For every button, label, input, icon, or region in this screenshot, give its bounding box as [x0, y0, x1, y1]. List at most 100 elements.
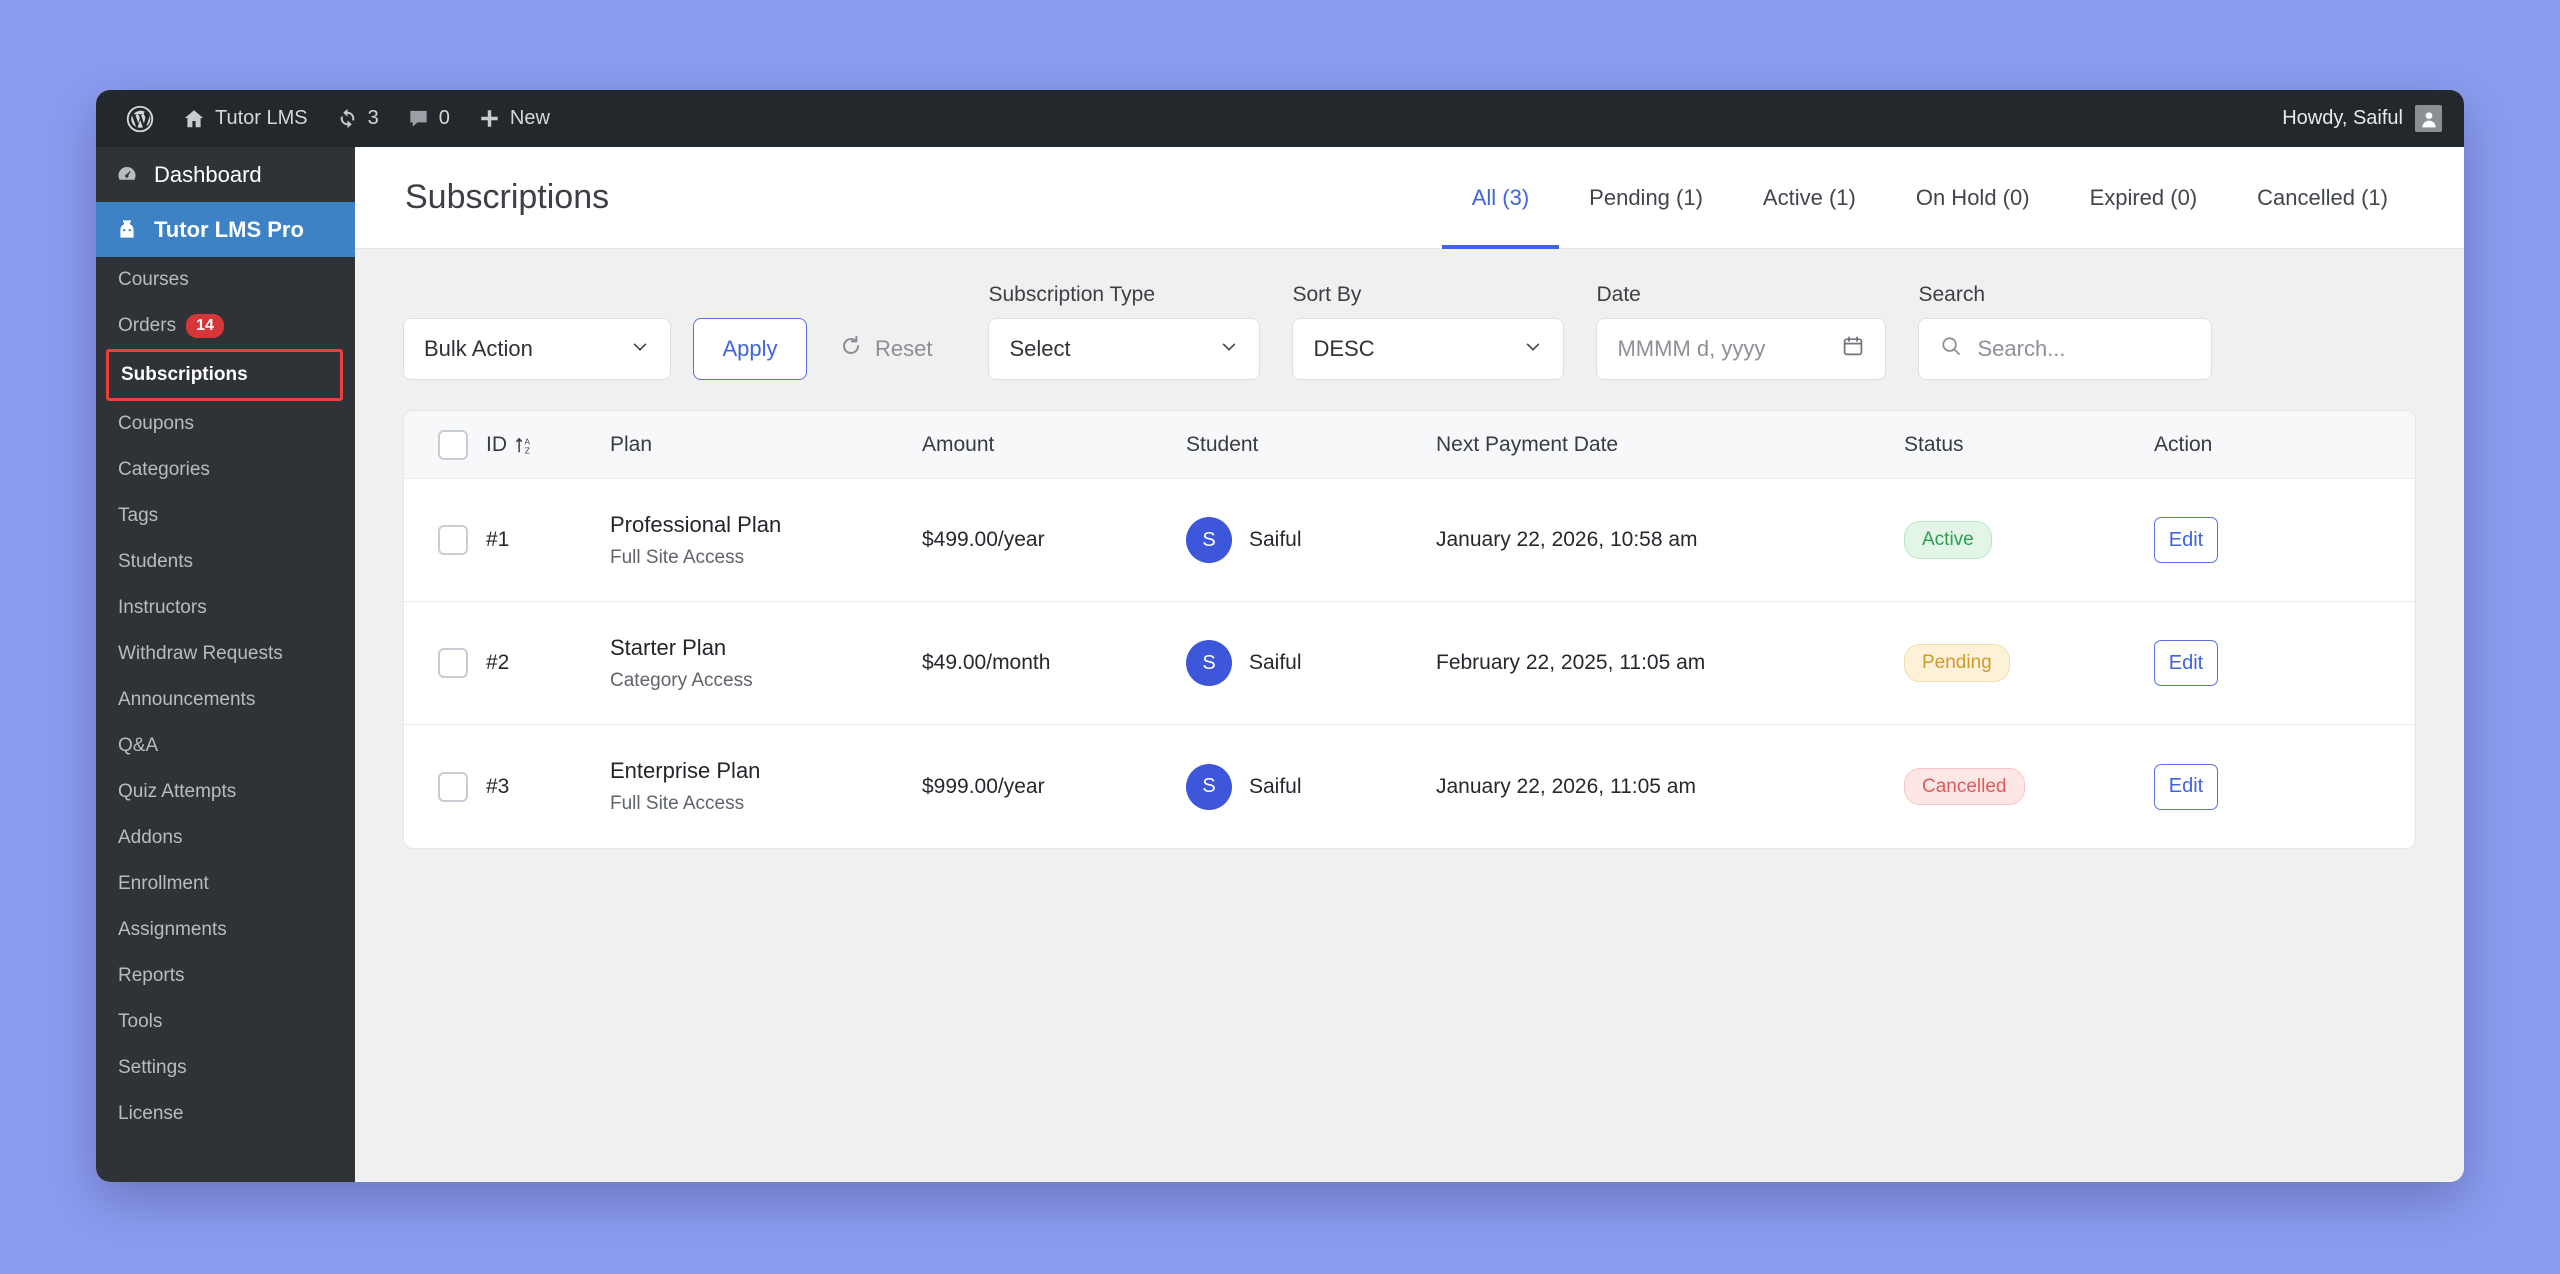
bulk-action-select[interactable]: Bulk Action — [403, 318, 671, 380]
status-tabs: All (3) Pending (1) Active (1) On Hold (… — [1441, 147, 2418, 249]
date-input[interactable]: MMMM d, yyyy — [1596, 318, 1887, 380]
tab-all-label: All (3) — [1471, 184, 1530, 210]
sidebar-item-addons-label: Addons — [118, 827, 183, 848]
comment-icon — [407, 107, 430, 130]
avatar: S — [1186, 517, 1232, 563]
column-status: Status — [1904, 432, 1964, 456]
chevron-down-icon — [1523, 337, 1543, 362]
refresh-icon — [839, 334, 863, 364]
reset-button[interactable]: Reset — [839, 318, 932, 380]
column-action: Action — [2154, 432, 2213, 456]
page-header: Subscriptions All (3) Pending (1) Active… — [355, 147, 2464, 249]
subscription-type-value: Select — [1009, 336, 1071, 361]
sidebar-item-addons[interactable]: Addons — [96, 815, 355, 861]
row-checkbox[interactable] — [438, 525, 468, 555]
cell-next-payment-date: February 22, 2025, 11:05 am — [1436, 651, 1706, 674]
new-content-button[interactable]: New — [464, 90, 564, 147]
reset-label: Reset — [875, 336, 933, 361]
sidebar-item-reports[interactable]: Reports — [96, 953, 355, 999]
sidebar-item-subscriptions[interactable]: Subscriptions — [106, 349, 343, 401]
comments-button[interactable]: 0 — [393, 90, 464, 147]
plan-name: Starter Plan — [610, 634, 727, 660]
edit-button[interactable]: Edit — [2154, 763, 2218, 810]
sidebar-item-settings[interactable]: Settings — [96, 1045, 355, 1091]
sidebar-item-tools-label: Tools — [118, 1011, 163, 1032]
account-menu[interactable]: Howdy, Saiful — [2282, 105, 2464, 132]
calendar-icon[interactable] — [1841, 334, 1865, 364]
subscription-type-select[interactable]: Select — [988, 318, 1261, 380]
edit-button[interactable]: Edit — [2154, 517, 2218, 563]
tab-on-hold-label: On Hold (0) — [1915, 184, 2030, 210]
sidebar-item-courses-label: Courses — [118, 269, 189, 290]
subscription-type-group: Subscription Type Select — [988, 283, 1261, 380]
search-label: Search — [1918, 283, 1986, 306]
site-name-button[interactable]: Tutor LMS — [168, 90, 322, 147]
site-name-label: Tutor LMS — [215, 107, 308, 129]
sidebar-item-orders[interactable]: Orders 14 — [96, 303, 355, 349]
sidebar-item-enrollment[interactable]: Enrollment — [96, 861, 355, 907]
howdy-label: Howdy, Saiful — [2282, 107, 2403, 129]
updates-button[interactable]: 3 — [322, 90, 393, 147]
tab-expired[interactable]: Expired (0) — [2060, 147, 2228, 249]
column-amount: Amount — [922, 432, 995, 456]
column-student: Student — [1186, 432, 1259, 456]
apply-button[interactable]: Apply — [693, 318, 807, 380]
status-badge: Pending — [1904, 644, 2010, 682]
sidebar-item-assignments-label: Assignments — [118, 919, 227, 940]
sidebar-item-quiz-attempts-label: Quiz Attempts — [118, 781, 237, 802]
sidebar-item-dashboard-label: Dashboard — [154, 161, 262, 187]
avatar: S — [1186, 763, 1232, 810]
sidebar-item-assignments[interactable]: Assignments — [96, 907, 355, 953]
sidebar-item-coupons[interactable]: Coupons — [96, 401, 355, 447]
sidebar-item-license[interactable]: License — [96, 1091, 355, 1137]
sort-by-select[interactable]: DESC — [1292, 318, 1565, 380]
screen: Tutor LMS 3 0 New Howdy, Saiful Dashboar… — [0, 0, 2560, 1274]
tab-pending[interactable]: Pending (1) — [1559, 147, 1733, 249]
sidebar-item-students[interactable]: Students — [96, 539, 355, 585]
select-all-checkbox[interactable] — [438, 429, 468, 460]
sidebar-item-categories[interactable]: Categories — [96, 447, 355, 493]
sidebar-item-instructors[interactable]: Instructors — [96, 585, 355, 631]
table-row[interactable]: #3 Enterprise Plan Full Site Access $999… — [404, 725, 2415, 848]
wordpress-logo-button[interactable] — [112, 90, 168, 147]
search-input[interactable]: Search... — [1918, 318, 2213, 380]
updates-count: 3 — [367, 107, 379, 129]
cell-action: Edit — [2154, 640, 2415, 686]
table-header-row: ID A Z Plan Amount Student Next Payment … — [404, 411, 2415, 479]
select-all-cell — [404, 429, 486, 460]
sidebar-item-dashboard[interactable]: Dashboard — [96, 147, 355, 202]
sidebar-item-withdraw-requests[interactable]: Withdraw Requests — [96, 631, 355, 677]
cell-amount: $999.00/year — [922, 774, 1045, 798]
column-id[interactable]: ID A Z — [486, 433, 610, 457]
row-checkbox[interactable] — [438, 771, 468, 802]
sidebar-item-announcements-label: Announcements — [118, 689, 256, 710]
sidebar-item-tutor-lms-pro[interactable]: Tutor LMS Pro — [96, 202, 355, 257]
date-placeholder: MMMM d, yyyy — [1617, 336, 1766, 361]
table-row[interactable]: #2 Starter Plan Category Access $49.00/m… — [404, 602, 2415, 725]
tab-cancelled[interactable]: Cancelled (1) — [2227, 147, 2418, 249]
student-name: Saiful — [1249, 651, 1302, 674]
row-checkbox[interactable] — [438, 648, 468, 678]
sidebar-item-tools[interactable]: Tools — [96, 999, 355, 1045]
tab-active[interactable]: Active (1) — [1733, 147, 1886, 249]
cell-next-payment-date: January 22, 2026, 10:58 am — [1436, 528, 1698, 551]
svg-text:A: A — [525, 437, 531, 446]
sidebar-item-quiz-attempts[interactable]: Quiz Attempts — [96, 769, 355, 815]
updates-icon — [336, 107, 359, 130]
sidebar-item-qa[interactable]: Q&A — [96, 723, 355, 769]
sidebar-item-tags[interactable]: Tags — [96, 493, 355, 539]
status-badge: Active — [1904, 521, 1992, 559]
table-row[interactable]: #1 Professional Plan Full Site Access $4… — [404, 479, 2415, 602]
tab-on-hold[interactable]: On Hold (0) — [1886, 147, 2060, 249]
tab-all[interactable]: All (3) — [1441, 147, 1560, 249]
sidebar-item-qa-label: Q&A — [118, 735, 159, 756]
edit-button[interactable]: Edit — [2154, 640, 2218, 686]
column-next-payment-date: Next Payment Date — [1436, 432, 1619, 456]
cell-id: #1 — [486, 528, 510, 551]
sidebar-item-announcements[interactable]: Announcements — [96, 677, 355, 723]
sidebar-item-courses[interactable]: Courses — [96, 257, 355, 303]
cell-plan: Enterprise Plan Full Site Access — [610, 758, 922, 815]
student-name: Saiful — [1249, 528, 1302, 551]
sort-by-group: Sort By DESC — [1292, 283, 1565, 380]
sort-az-icon[interactable]: A Z — [514, 434, 536, 456]
